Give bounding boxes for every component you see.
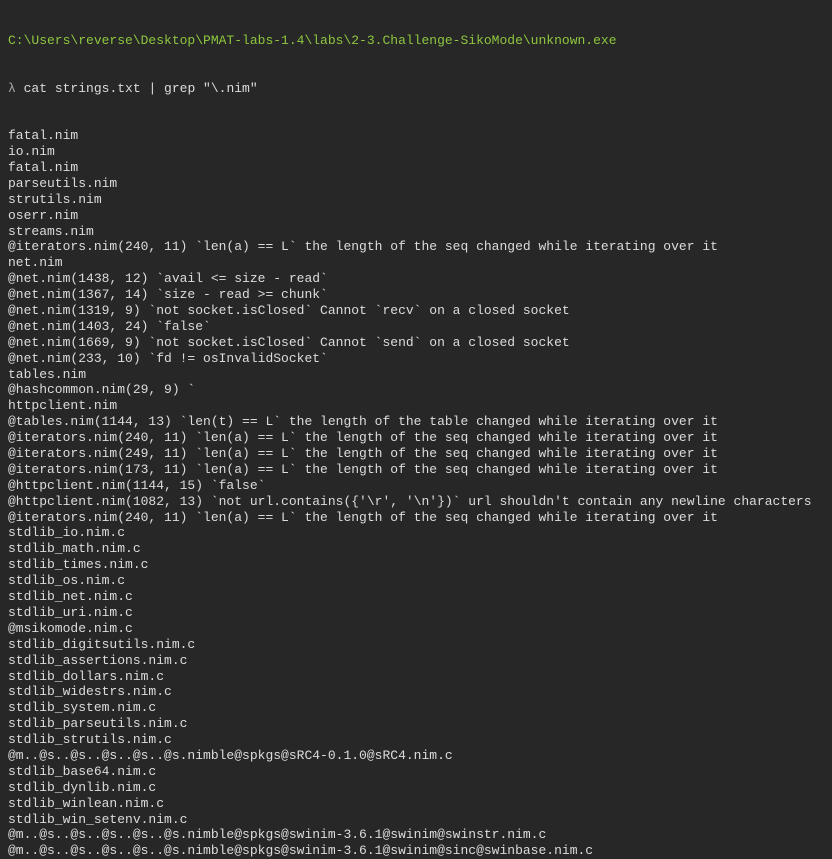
output-line: @iterators.nim(240, 11) `len(a) == L` th… — [8, 509, 718, 525]
output-line: parseutils.nim — [8, 175, 118, 191]
output-line: stdlib_dollars.nim.c — [8, 668, 165, 684]
command-line[interactable]: λ cat strings.txt | grep "\.nim" — [8, 81, 832, 97]
output-line: @msikomode.nim.c — [8, 620, 133, 636]
output-line: stdlib_winlean.nim.c — [8, 795, 165, 811]
output-line: stdlib_widestrs.nim.c — [8, 684, 172, 700]
output-line: stdlib_dynlib.nim.c — [8, 779, 157, 795]
output-line: stdlib_base64.nim.c — [8, 763, 157, 779]
output-line: @iterators.nim(173, 11) `len(a) == L` th… — [8, 461, 718, 477]
output-line: @net.nim(1403, 24) `false` — [8, 318, 211, 334]
output-line: httpclient.nim — [8, 398, 118, 414]
output-line: oserr.nim — [8, 207, 79, 223]
terminal-window[interactable]: C:\Users\reverse\Desktop\PMAT-labs-1.4\l… — [0, 0, 832, 859]
output-line: @m..@s..@s..@s..@s..@s.nimble@spkgs@sRC4… — [8, 747, 453, 763]
output-line: @net.nim(1367, 14) `size - read >= chunk… — [8, 287, 328, 303]
output-line: @net.nim(233, 10) `fd != osInvalidSocket… — [8, 350, 328, 366]
output-line: @net.nim(1669, 9) `not socket.isClosed` … — [8, 334, 570, 350]
output-line: @m..@s..@s..@s..@s..@s.nimble@spkgs@swin… — [8, 827, 547, 843]
output-line: net.nim — [8, 255, 63, 271]
output-line: stdlib_uri.nim.c — [8, 604, 133, 620]
output-line: @httpclient.nim(1082, 13) `not url.conta… — [8, 493, 812, 509]
output-line: stdlib_win_setenv.nim.c — [8, 811, 188, 827]
output-line: strutils.nim — [8, 191, 102, 207]
output-line: @iterators.nim(240, 11) `len(a) == L` th… — [8, 239, 718, 255]
output-line: stdlib_parseutils.nim.c — [8, 716, 188, 732]
output-line: io.nim — [8, 144, 55, 160]
output-line: @tables.nim(1144, 13) `len(t) == L` the … — [8, 414, 718, 430]
output-line: stdlib_digitsutils.nim.c — [8, 636, 196, 652]
terminal-output: C:\Users\reverse\Desktop\PMAT-labs-1.4\l… — [0, 0, 832, 859]
output-line: fatal.nim — [8, 160, 79, 175]
output-line: streams.nim — [8, 223, 94, 239]
output-line: fatal.nim — [8, 128, 79, 144]
command-text: cat strings.txt | grep "\.nim" — [23, 80, 258, 96]
prompt-lambda-icon: λ — [8, 80, 16, 96]
output-line: stdlib_strutils.nim.c — [8, 732, 172, 748]
output-line: @hashcommon.nim(29, 9) ` — [8, 382, 196, 398]
output-line: @iterators.nim(249, 11) `len(a) == L` th… — [8, 446, 718, 462]
output-line: @net.nim(1438, 12) `avail <= size - read… — [8, 271, 328, 287]
current-directory: C:\Users\reverse\Desktop\PMAT-labs-1.4\l… — [8, 32, 617, 48]
output-line: stdlib_system.nim.c — [8, 700, 157, 716]
output-line: stdlib_assertions.nim.c — [8, 652, 188, 668]
output-line: stdlib_io.nim.c — [8, 525, 126, 541]
output-line: stdlib_math.nim.c — [8, 541, 141, 557]
output-line: @iterators.nim(240, 11) `len(a) == L` th… — [8, 430, 718, 446]
output-line: stdlib_times.nim.c — [8, 557, 149, 573]
output-line: stdlib_os.nim.c — [8, 573, 126, 589]
output-line: @m..@s..@s..@s..@s..@s.nimble@spkgs@swin… — [8, 843, 594, 859]
output-line: @httpclient.nim(1144, 15) `false` — [8, 477, 266, 493]
output-line: tables.nim — [8, 366, 87, 382]
output-line: stdlib_net.nim.c — [8, 589, 133, 605]
output-line: @net.nim(1319, 9) `not socket.isClosed` … — [8, 303, 570, 319]
